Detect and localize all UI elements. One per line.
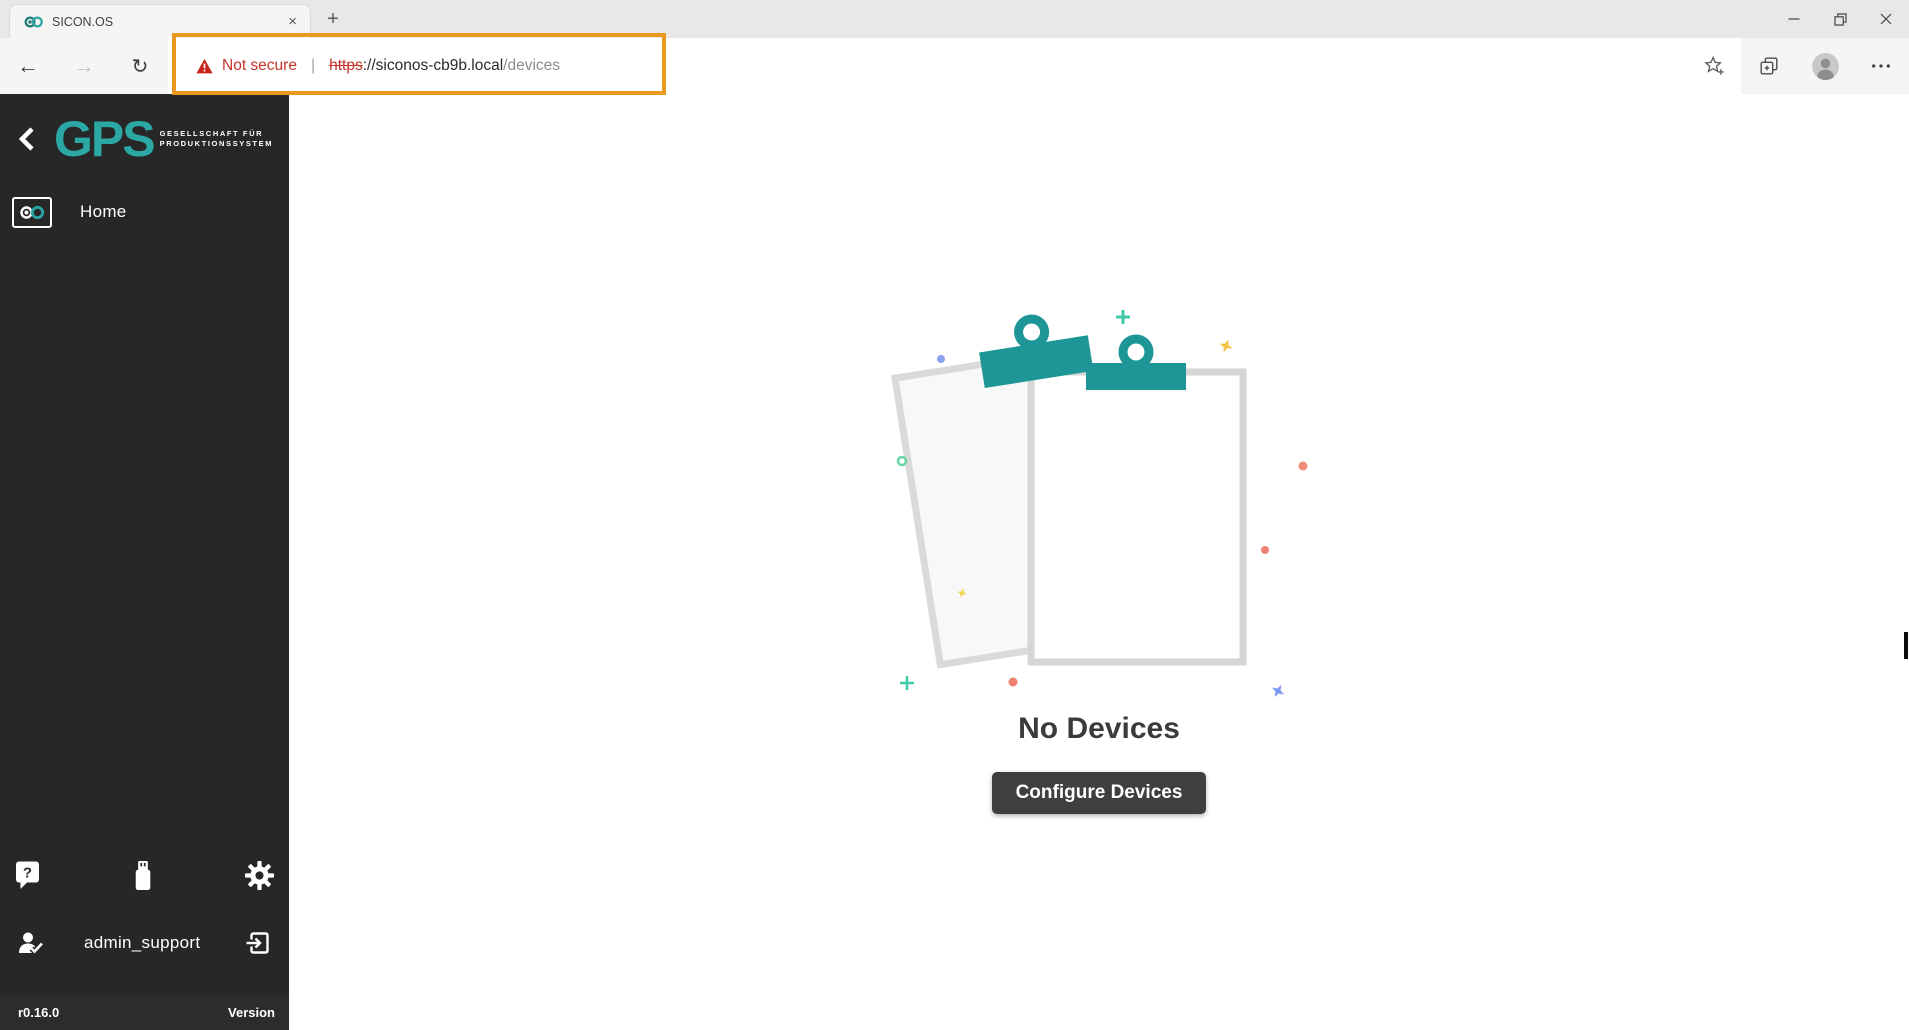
- help-icon[interactable]: ?: [14, 860, 41, 890]
- close-window-button[interactable]: [1863, 0, 1909, 38]
- gps-logo: GPS: [54, 115, 154, 163]
- url-host: ://siconos-cb9b.local: [363, 57, 503, 74]
- empty-state-title: No Devices: [1018, 712, 1180, 746]
- home-label: Home: [80, 202, 127, 222]
- home-icon: [12, 197, 52, 228]
- empty-state: No Devices Configure Devices: [879, 300, 1319, 814]
- username: admin_support: [84, 933, 200, 953]
- favorite-star-icon[interactable]: [1703, 55, 1725, 77]
- address-bar[interactable]: Not secure | https://siconos-cb9b.local/…: [168, 38, 1741, 94]
- browser-navbar: ← → ↻ Not secure | https://siconos-cb9b.…: [0, 38, 1909, 94]
- minimize-button[interactable]: [1771, 0, 1817, 38]
- confetti-dot: [1261, 546, 1269, 554]
- confetti-plus: [900, 676, 914, 690]
- confetti-dot: [937, 355, 945, 363]
- confetti-star: [1268, 681, 1287, 700]
- clipboards-illustration: [879, 300, 1319, 700]
- collapse-chevron-icon[interactable]: [18, 126, 36, 152]
- gps-logo-caption: GESELLSCHAFT FÜR PRODUKTIONSSYSTEME: [160, 129, 272, 149]
- confetti-dot: [1299, 462, 1308, 471]
- refresh-button[interactable]: ↻: [112, 38, 168, 94]
- confetti-dot: [1009, 678, 1018, 687]
- sidebar-header: GPS GESELLSCHAFT FÜR PRODUKTIONSSYSTEME: [0, 94, 289, 168]
- confetti-star: [1217, 337, 1235, 355]
- user-row: admin_support: [0, 918, 289, 968]
- browser-tab[interactable]: SICON.OS ×: [9, 4, 311, 38]
- mouse-cursor: [1904, 632, 1908, 659]
- settings-gear-icon[interactable]: [244, 860, 275, 891]
- tab-title: SICON.OS: [52, 15, 275, 29]
- profile-avatar[interactable]: [1797, 53, 1853, 80]
- svg-text:?: ?: [23, 865, 32, 882]
- restore-button[interactable]: [1817, 0, 1863, 38]
- collections-icon[interactable]: [1741, 55, 1797, 77]
- navbar-right-icons: [1741, 38, 1909, 94]
- sidebar-tools: ?: [0, 853, 289, 897]
- siconos-favicon: [24, 15, 43, 29]
- app-sidebar: GPS GESELLSCHAFT FÜR PRODUKTIONSSYSTEME …: [0, 94, 289, 1030]
- sidebar-item-home[interactable]: Home: [0, 190, 289, 234]
- url-text: https://siconos-cb9b.local/devices: [329, 57, 560, 75]
- usb-device-icon[interactable]: [131, 860, 155, 891]
- window-controls: [1771, 0, 1909, 38]
- back-button[interactable]: ←: [0, 38, 56, 94]
- version-bar: r0.16.0 Version: [0, 995, 289, 1030]
- browser-titlebar: SICON.OS × +: [0, 0, 1909, 38]
- confetti-plus: [1116, 310, 1130, 324]
- warning-icon: [196, 58, 213, 74]
- address-separator: |: [311, 57, 315, 75]
- new-tab-button[interactable]: +: [318, 0, 348, 38]
- logout-icon[interactable]: [245, 930, 271, 956]
- security-status: Not secure: [222, 57, 297, 75]
- tab-close-icon[interactable]: ×: [275, 13, 310, 30]
- user-check-icon: [18, 931, 46, 955]
- menu-ellipsis-icon[interactable]: [1853, 55, 1909, 77]
- forward-button: →: [56, 38, 112, 94]
- url-path: /devices: [503, 57, 560, 74]
- main-content: No Devices Configure Devices: [289, 94, 1909, 1030]
- url-scheme: https: [329, 57, 363, 74]
- version-label: Version: [228, 1005, 275, 1020]
- configure-devices-button[interactable]: Configure Devices: [992, 772, 1207, 814]
- version-value: r0.16.0: [18, 1005, 59, 1020]
- confetti-ring: [898, 457, 906, 465]
